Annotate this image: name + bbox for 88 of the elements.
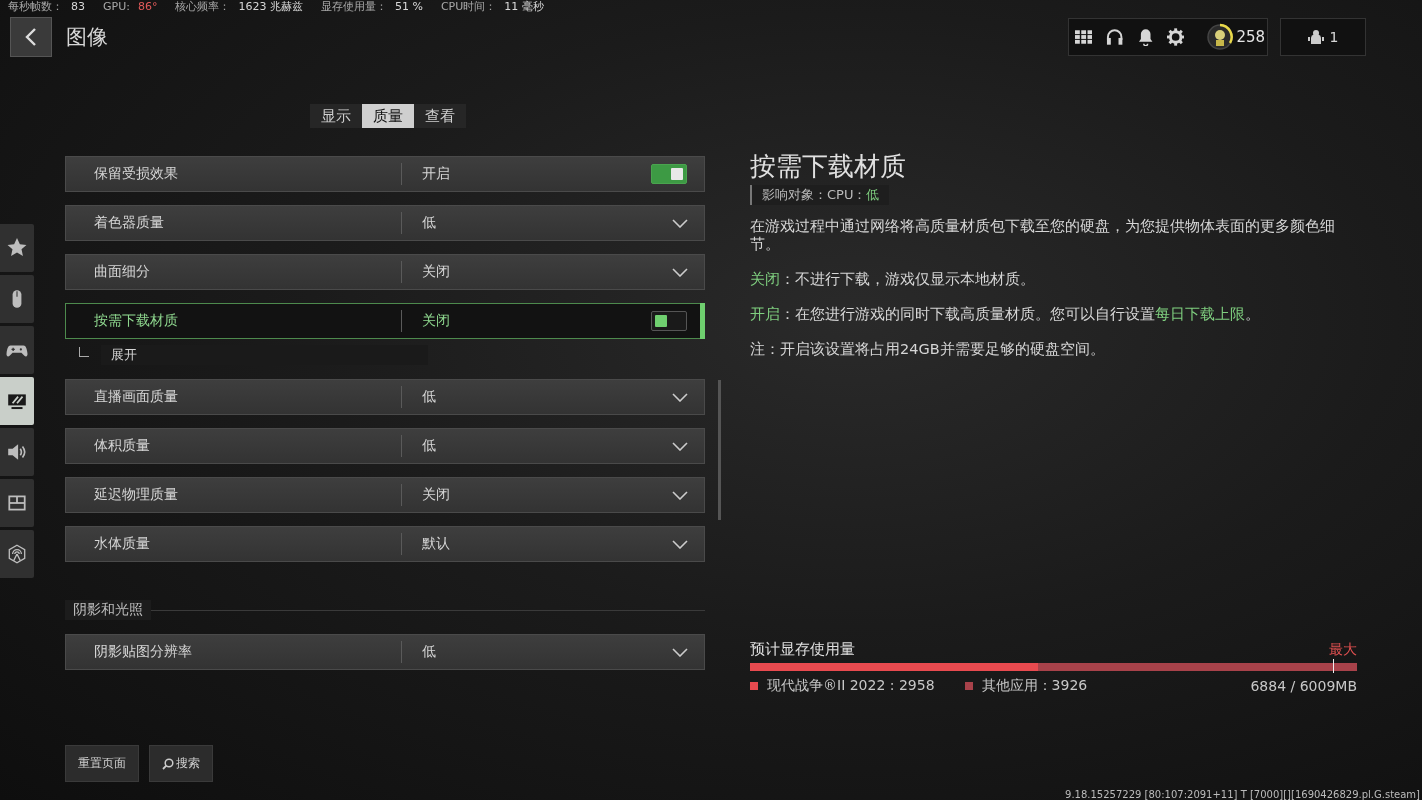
setting-label: 着色器质量 — [93, 214, 165, 232]
headset-icon[interactable] — [1106, 28, 1124, 46]
setting-value: 低 — [421, 643, 437, 661]
setting-row[interactable]: 体积质量 低 — [65, 428, 705, 464]
memory-total: 6884 / 6009MB — [1250, 678, 1357, 694]
friends-button[interactable]: 1 — [1280, 18, 1366, 56]
legend-label: 其他应用：3926 — [981, 677, 1088, 695]
chevron-down-icon — [672, 647, 688, 657]
star-icon — [6, 237, 28, 259]
setting-row[interactable]: 曲面细分 关闭 — [65, 254, 705, 290]
setting-value: 关闭 — [421, 486, 451, 504]
sidebar-tab[interactable] — [0, 479, 34, 527]
stat-value: 86° — [137, 0, 158, 14]
max-label: 最大 — [1329, 641, 1357, 659]
setting-value: 低 — [421, 437, 437, 455]
chevron-down-icon — [672, 441, 688, 451]
setting-row[interactable]: 保留受损效果 开启 — [65, 156, 705, 192]
chevron-down-icon — [672, 392, 688, 402]
daily-limit-link[interactable]: 每日下载上限 — [1155, 306, 1245, 322]
setting-label: 直播画面质量 — [93, 388, 179, 406]
detail-title: 按需下载材质 — [750, 150, 907, 182]
chevron-down-icon — [672, 218, 688, 228]
description-paragraph: 开启：在您进行游戏的同时下载高质量材质。您可以自行设置每日下载上限。 — [750, 305, 1261, 323]
setting-row[interactable]: 延迟物理质量 关闭 — [65, 477, 705, 513]
description-paragraph: 注：开启该设置将占用24GB并需要足够的硬盘空间。 — [750, 340, 1106, 358]
setting-row[interactable]: 直播画面质量 低 — [65, 379, 705, 415]
stat-label: GPU: — [103, 0, 130, 14]
reset-button[interactable]: 重置页面 — [65, 745, 139, 782]
legend-label: 现代战争®II 2022 : 2958 — [767, 677, 935, 695]
section-heading: 阴影和光照 — [65, 600, 151, 620]
chevron-down-icon — [672, 539, 688, 549]
version-text: 9.18.15257229 [80:107:2091+11] T [7000][][1690426829.pl.G.steam] — [1065, 789, 1420, 800]
stat-value: 11 毫秒 — [504, 0, 544, 14]
grid-icon[interactable] — [1075, 30, 1093, 44]
setting-row[interactable]: 水体质量 默认 — [65, 526, 705, 562]
page-title: 图像 — [66, 24, 109, 51]
setting-label: 保留受损效果 — [93, 165, 179, 183]
settings-icon[interactable] — [1167, 28, 1185, 46]
setting-row[interactable]: 着色器质量 低 — [65, 205, 705, 241]
search-button[interactable]: 搜索 — [149, 745, 213, 782]
description-paragraph: 在游戏过程中通过网络将高质量材质包下载至您的硬盘，为您提供物体表面的更多颜色细节。 — [750, 217, 1336, 253]
setting-value: 开启 — [421, 165, 451, 183]
stat-label: 每秒帧数： — [8, 0, 63, 14]
toggle-switch[interactable] — [651, 311, 687, 331]
setting-label: 曲面细分 — [93, 263, 151, 281]
stat-label: 显存使用量： — [320, 0, 387, 14]
setting-row[interactable]: 按需下载材质 关闭 — [65, 303, 705, 339]
chevron-down-icon — [672, 267, 688, 277]
setting-label: 按需下载材质 — [93, 312, 179, 330]
sidebar-tab[interactable] — [0, 377, 34, 425]
tab[interactable]: 质量 — [362, 104, 414, 128]
sidebar-tab[interactable] — [0, 224, 34, 272]
rank-emblem-icon[interactable] — [1206, 23, 1235, 51]
setting-value: 关闭 — [421, 312, 451, 330]
antenna-icon — [6, 543, 28, 565]
scrollbar-thumb[interactable] — [718, 380, 721, 520]
setting-label: 延迟物理质量 — [93, 486, 179, 504]
expand-item[interactable]: 展开 — [101, 345, 428, 365]
impact-note: 影响对象：CPU：低 — [750, 185, 890, 205]
setting-label: 阴影贴图分辨率 — [93, 643, 193, 661]
setting-label: 体积质量 — [93, 437, 151, 455]
setting-label: 水体质量 — [93, 535, 151, 553]
sidebar-tab[interactable] — [0, 530, 34, 578]
setting-value: 默认 — [421, 535, 451, 553]
setting-row[interactable]: 阴影贴图分辨率 低 — [65, 634, 705, 670]
stat-value: 51 % — [394, 0, 423, 14]
stat-label: 核心频率： — [175, 0, 231, 14]
tab[interactable]: 显示 — [310, 104, 362, 128]
back-button[interactable] — [10, 17, 52, 57]
person-icon — [1307, 29, 1324, 45]
memory-title: 预计显存使用量 — [750, 640, 855, 659]
setting-value: 关闭 — [421, 263, 451, 281]
chevron-left-icon — [25, 27, 37, 47]
setting-value: 低 — [421, 388, 437, 406]
chevron-down-icon — [672, 490, 688, 500]
description-paragraph: 关闭：不进行下载，游戏仅显示本地材质。 — [750, 270, 1036, 288]
sidebar-tab[interactable] — [0, 326, 34, 374]
points-count: 258 — [1236, 28, 1265, 46]
search-icon — [162, 757, 174, 770]
stat-label: CPU时间： — [440, 0, 497, 14]
tab[interactable]: 查看 — [414, 104, 466, 128]
sidebar-tab[interactable] — [0, 428, 34, 476]
toggle-switch[interactable] — [651, 164, 687, 184]
bell-icon[interactable] — [1137, 28, 1154, 46]
stat-value: 83 — [71, 0, 85, 14]
stat-value: 1623 兆赫兹 — [238, 0, 303, 14]
sidebar-tab[interactable] — [0, 275, 34, 323]
setting-value: 低 — [421, 214, 437, 232]
